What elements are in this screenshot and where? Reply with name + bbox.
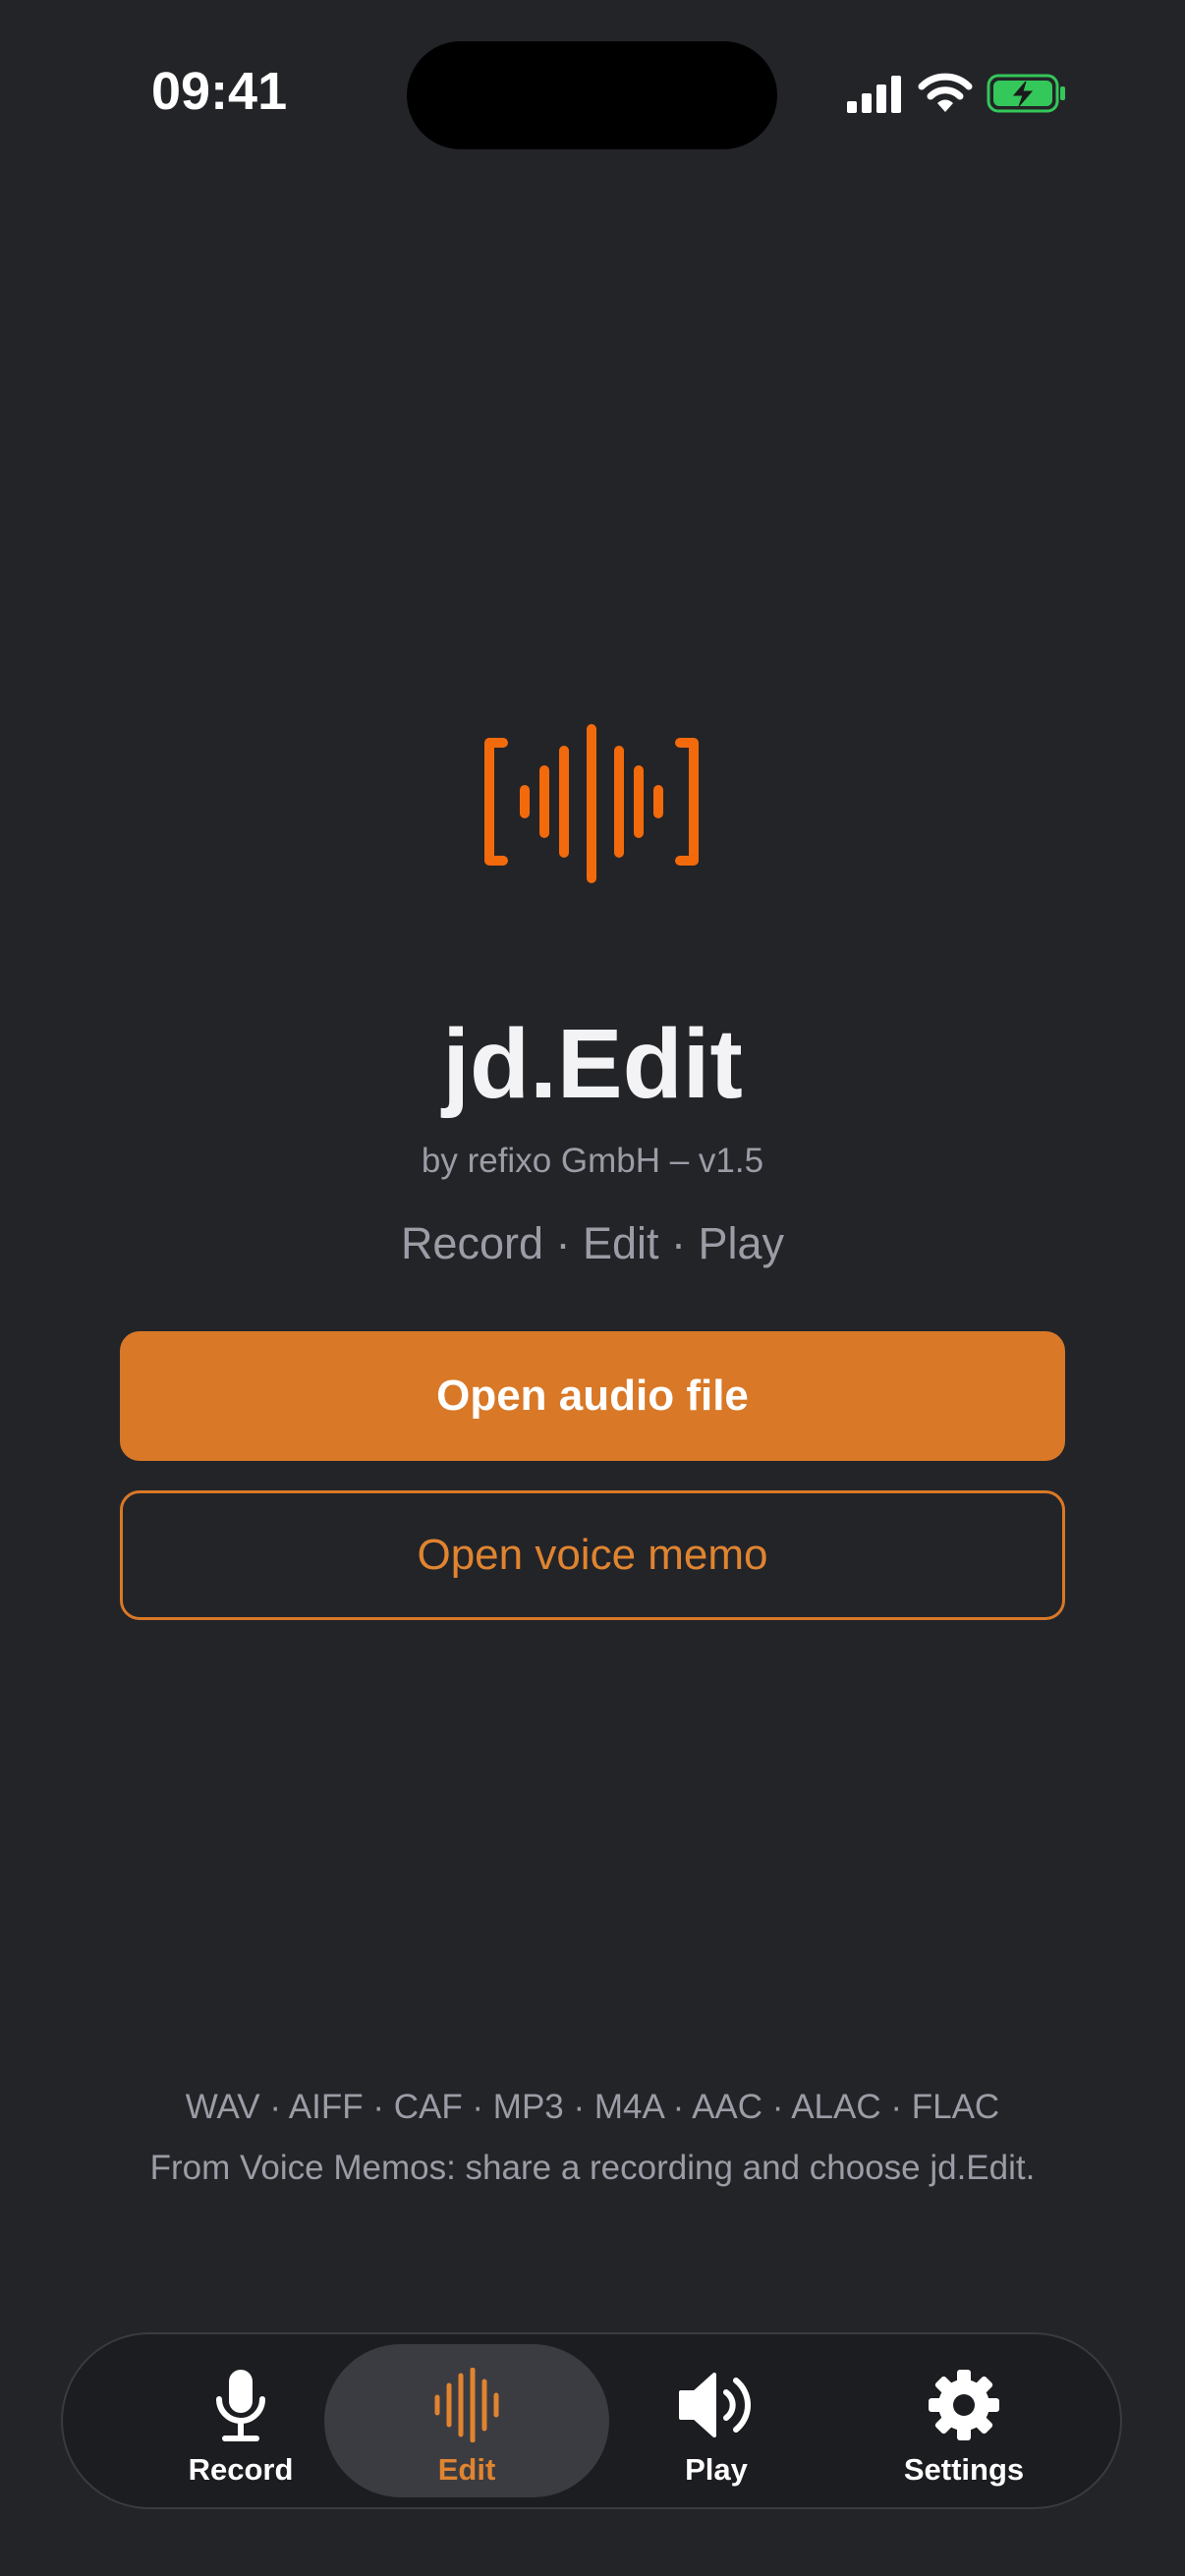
app-byline: by refixo GmbH – v1.5 xyxy=(421,1142,764,1180)
status-time: 09:41 xyxy=(151,62,288,121)
supported-formats: WAV · AIFF · CAF · MP3 · M4A · AAC · ALA… xyxy=(185,2088,1000,2126)
status-icons xyxy=(845,73,1067,119)
open-audio-file-label: Open audio file xyxy=(436,1372,749,1420)
open-voice-memo-label: Open voice memo xyxy=(417,1531,768,1579)
tab-edit[interactable]: Edit xyxy=(324,2344,609,2497)
waveform-bracket-icon xyxy=(481,724,704,890)
gear-icon xyxy=(927,2368,1001,2447)
tab-settings[interactable]: Settings xyxy=(821,2344,1106,2497)
tab-play[interactable]: Play xyxy=(574,2344,859,2497)
app-logo xyxy=(481,723,704,886)
battery-charging-icon xyxy=(987,73,1067,119)
cellular-signal-icon xyxy=(845,74,904,118)
tab-bar: Record Edit Play Settings xyxy=(61,2332,1122,2509)
app-tagline: Record · Edit · Play xyxy=(400,1218,785,1268)
dynamic-island xyxy=(407,41,777,149)
tab-play-label: Play xyxy=(685,2452,748,2487)
wifi-icon xyxy=(918,73,973,119)
open-audio-file-button[interactable]: Open audio file xyxy=(120,1331,1065,1461)
speaker-icon xyxy=(677,2371,756,2444)
app-title: jd.Edit xyxy=(442,1009,743,1119)
open-voice-memo-button[interactable]: Open voice memo xyxy=(120,1490,1065,1620)
voice-memos-hint: From Voice Memos: share a recording and … xyxy=(149,2149,1036,2187)
tab-settings-label: Settings xyxy=(903,2452,1025,2487)
tab-edit-label: Edit xyxy=(437,2452,496,2487)
microphone-icon xyxy=(213,2368,268,2447)
waveform-icon xyxy=(432,2367,501,2447)
tab-record-label: Record xyxy=(188,2452,294,2487)
